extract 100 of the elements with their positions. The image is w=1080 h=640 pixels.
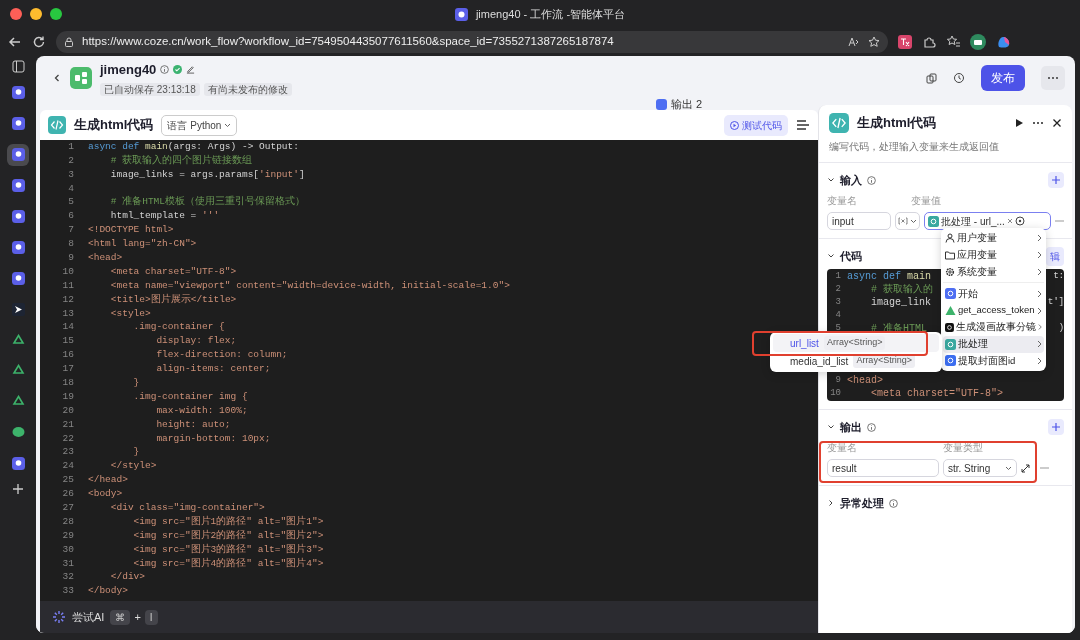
section-title: 代码 [840,248,862,264]
app-icon [454,7,468,21]
star-icon[interactable] [868,36,880,48]
variable-type-select[interactable]: str. String [943,459,1017,477]
code-line: <html lang="zh-CN"> [88,237,197,252]
new-tab-icon[interactable] [12,483,24,496]
line-number: 6 [67,209,74,224]
code-fragment: ) [1058,321,1064,336]
line-number: 1 [67,139,74,154]
variable-name-field[interactable]: result [827,459,939,477]
line-number: 17 [61,362,74,377]
menu-item[interactable]: 应用变量 [943,246,1044,264]
zoom-window-button[interactable] [50,8,62,20]
menu-item[interactable]: media_id_list Array<String> [773,352,939,370]
translate-icon[interactable] [898,35,912,49]
code-icon [48,116,66,134]
favicon-icon [11,209,25,223]
expand-chevron-icon[interactable] [827,499,835,507]
line-number: 31 [61,556,74,571]
line-number: 9 [834,373,841,387]
menu-item[interactable]: 提取封面图id [943,352,1044,370]
code-line: display: flex; [155,334,237,349]
favorites-icon[interactable] [946,35,960,49]
run-icon[interactable] [1014,118,1024,128]
variable-name-field[interactable]: input [827,212,891,230]
code-line: </body> [88,584,128,599]
add-button[interactable] [1048,172,1064,188]
line-number: 5 [834,321,841,335]
minimize-window-button[interactable] [30,8,42,20]
profile-avatar[interactable] [970,34,986,50]
close-window-button[interactable] [10,8,22,20]
copy-icon[interactable] [926,72,937,84]
workflow-logo-icon [70,67,92,89]
favicon-icon [11,117,25,131]
line-number: 30 [61,542,74,557]
collapse-chevron-icon[interactable] [827,252,835,260]
menu-item[interactable]: 批处理 [943,335,1044,353]
caret-icon [910,218,917,224]
line-number: 23 [61,445,74,460]
target-icon[interactable] [1014,216,1025,226]
node-icon [656,98,667,110]
menu-item[interactable]: url_list Array<String> [773,334,939,352]
menu-icon[interactable] [796,119,810,131]
code-line: <head> [847,374,883,388]
menu-item[interactable]: 生成漫画故事分镜 [943,319,1044,336]
menu-item[interactable]: get_access_token [943,302,1044,319]
line-number: 28 [61,514,74,529]
code-line: height: auto; [155,417,231,432]
history-icon[interactable] [953,72,965,84]
code-line: <img src="图片2的路径" alt="图片2"> [132,528,324,543]
close-icon[interactable] [1052,118,1062,128]
status-badge: 有尚未发布的修改 [203,83,292,97]
back-chevron-icon[interactable] [52,73,62,83]
language-select[interactable]: 语言 Python [161,114,238,136]
reload-icon[interactable] [32,35,46,49]
line-number: 15 [61,334,74,349]
info-icon[interactable] [160,65,170,74]
caret-icon [1005,465,1012,471]
browser-tab[interactable] [7,143,29,166]
read-aloud-icon[interactable] [848,36,860,48]
variable-icon [898,217,908,225]
menu-item[interactable]: 用户变量 [943,230,1044,247]
code-line: <style> [109,306,151,321]
back-icon[interactable] [8,35,22,49]
edit-icon[interactable] [186,65,196,74]
sidebar-toggle-icon[interactable] [11,60,25,73]
test-code-button[interactable]: 测试代码 [724,114,788,136]
collapse-chevron-icon[interactable] [827,176,835,184]
info-icon[interactable] [867,422,876,432]
variable-name: url_list [790,336,819,351]
code-line: <title>图片展示</title> [109,292,237,307]
edit-button[interactable]: 辑 [1046,246,1064,266]
copilot-icon[interactable] [996,34,1012,50]
line-number: 18 [61,375,74,390]
value-type-select[interactable] [895,212,920,230]
menu-item[interactable]: 系统变量 [943,263,1044,281]
collapse-chevron-icon[interactable] [827,423,835,431]
info-icon[interactable] [889,498,898,508]
more-icon[interactable] [1032,121,1044,125]
sparkle-icon [52,610,66,624]
line-number: 8 [67,237,74,252]
add-button[interactable] [1048,419,1064,435]
line-number: 3 [67,167,74,182]
menu-item[interactable]: 开始 [943,285,1044,303]
info-icon[interactable] [867,175,876,185]
code-line: async def main(args: Args) -> Output: [88,139,299,154]
expand-icon[interactable] [1021,463,1030,473]
clear-icon[interactable] [1006,218,1013,224]
line-number: 29 [61,528,74,543]
code-line: margin-bottom: 10px; [155,431,271,446]
publish-button[interactable]: 发布 [981,65,1025,91]
caret-icon [224,122,232,128]
line-number: 33 [61,584,74,599]
try-ai-label[interactable]: 尝试AI [72,608,105,626]
panel-title: 生成html代码 [857,114,938,133]
line-number: 25 [61,473,74,488]
line-number: 4 [834,308,841,322]
code-line: <div class="img-container"> [109,501,265,515]
code-fragment: t'] [1047,295,1064,310]
line-number: 4 [67,181,74,196]
